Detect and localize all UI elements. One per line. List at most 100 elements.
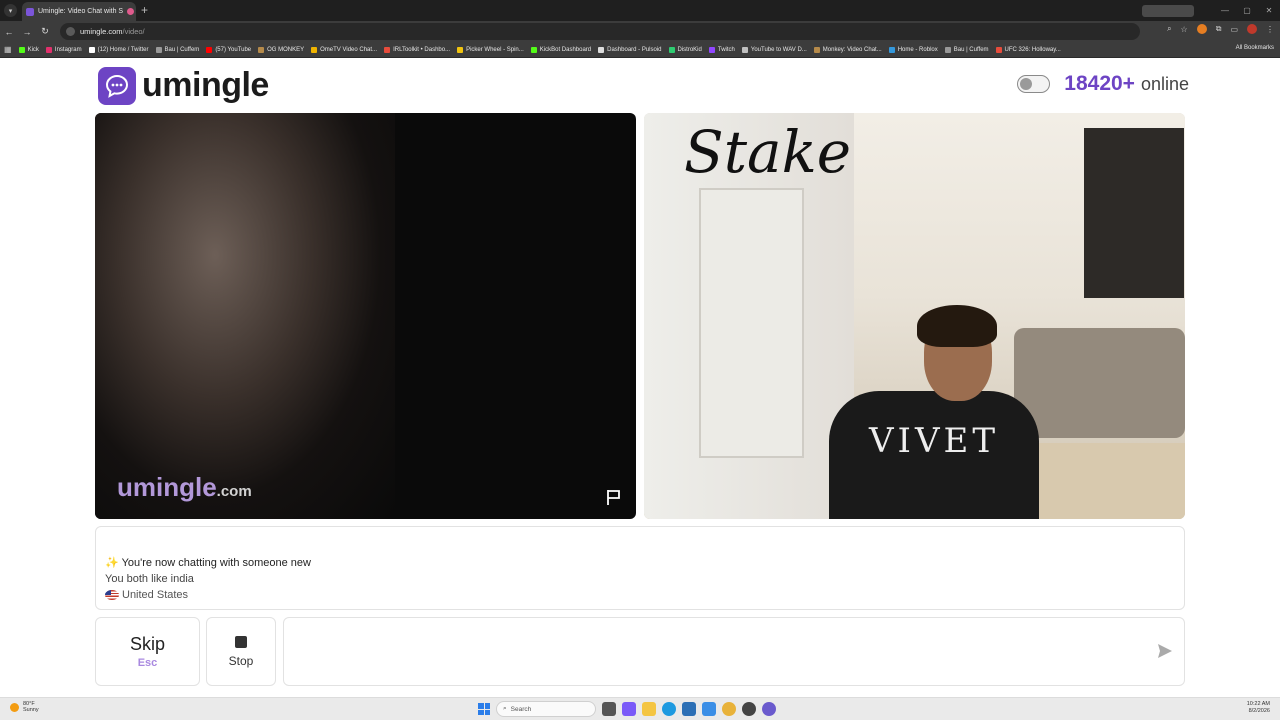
bookmark-item[interactable]: Bau | Cuffem (155, 46, 199, 53)
taskbar-apps: ⌕ Search (478, 701, 776, 717)
clock-time: 10:22 AM (1246, 701, 1270, 707)
browser-toolbar: ← → ↻ umingle.com/video/ ⌕ ☆ ⧉ ▭ ⋮ (0, 21, 1280, 42)
stranger-video (95, 113, 636, 519)
browser-tabstrip: ▾ Umingle: Video Chat with S ✕ + — ▢ ✕ (0, 0, 1280, 21)
streamer-shirt: VIVET (829, 391, 1039, 519)
clock-date: 8/2/2026 (1248, 708, 1270, 714)
recording-indicator-icon (127, 8, 135, 15)
bookmark-item[interactable]: IRLToolkit • Dashbo... (384, 46, 450, 53)
chrome-icon[interactable] (722, 702, 736, 716)
skip-label: Skip (129, 634, 165, 654)
windows-start-icon[interactable] (478, 703, 490, 715)
minimize-icon[interactable]: — (1214, 6, 1236, 15)
maximize-icon[interactable]: ▢ (1236, 6, 1258, 15)
theme-toggle[interactable] (1017, 75, 1051, 93)
menu-kebab-icon[interactable]: ⋮ (1266, 25, 1274, 34)
bookmark-item[interactable]: (12) Home / Twitter (88, 46, 149, 53)
bookmark-item[interactable]: YouTube to WAV D... (741, 46, 807, 53)
taskbar-search[interactable]: ⌕ Search (496, 701, 596, 717)
message-input[interactable] (294, 640, 1134, 664)
bookmark-item[interactable]: OG MONKEY (258, 46, 304, 53)
bookmark-item[interactable]: Monkey: Video Chat... (813, 46, 882, 53)
zoom-icon[interactable]: ⌕ (1167, 24, 1171, 34)
window-controls: — ▢ ✕ (1142, 0, 1280, 21)
bookmark-star-icon[interactable]: ☆ (1181, 25, 1188, 34)
online-count: 18420+ (1064, 72, 1135, 95)
report-flag-icon[interactable] (605, 488, 623, 511)
message-composer (283, 617, 1185, 686)
tab-title: Umingle: Video Chat with S (38, 8, 124, 15)
bookmark-item[interactable]: KickBot Dashboard (530, 46, 591, 53)
skip-button[interactable]: Skip Esc (95, 617, 200, 686)
bookmark-item[interactable]: Kick (18, 46, 39, 53)
url-path: /video/ (122, 27, 145, 36)
url-host: umingle.com (80, 27, 123, 36)
weather-widget[interactable]: 80°F Sunny (10, 701, 39, 713)
bookmark-item[interactable]: Home - Roblox (888, 46, 938, 53)
tab-umingle[interactable]: Umingle: Video Chat with S ✕ (22, 2, 136, 21)
extension-icon[interactable] (1196, 24, 1207, 34)
brand-name: umingle (142, 66, 269, 104)
wall-sign: Stake (684, 118, 852, 186)
forward-icon[interactable]: → (18, 27, 36, 37)
obs-icon[interactable] (742, 702, 756, 716)
stranger-country: United States (105, 587, 1184, 603)
bookmark-item[interactable]: Bau | Cuffem (944, 46, 989, 53)
discord-icon[interactable] (762, 702, 776, 716)
profile-avatar-icon[interactable] (1247, 24, 1257, 34)
bookmark-item[interactable]: DistroKid (668, 46, 702, 53)
chat-log: ✨ You're now chatting with someone new Y… (95, 526, 1185, 610)
all-bookmarks-folder[interactable]: All Bookmarks (1236, 45, 1274, 51)
us-flag-icon (105, 590, 119, 600)
copilot-icon[interactable] (622, 702, 636, 716)
cast-icon[interactable]: ▭ (1230, 25, 1238, 34)
address-bar[interactable]: umingle.com/video/ (60, 23, 1140, 40)
apps-grid-icon[interactable]: ▦ (4, 45, 12, 54)
edge-icon[interactable] (662, 702, 676, 716)
umingle-favicon-icon (26, 7, 34, 16)
sun-icon (10, 702, 19, 712)
extensions-puzzle-icon[interactable]: ⧉ (1216, 24, 1222, 34)
streamer-hair (917, 305, 997, 347)
umingle-watermark: umingle.com (117, 472, 252, 502)
site-info-icon[interactable] (66, 27, 75, 36)
system-message: ✨ You're now chatting with someone new (105, 557, 311, 569)
file-explorer-icon[interactable] (642, 702, 656, 716)
stop-button[interactable]: Stop (206, 617, 276, 686)
windows-taskbar: 80°F Sunny ⌕ Search 10:22 AM 8/2/2026 (0, 697, 1280, 720)
stop-label: Stop (228, 653, 254, 668)
room-cabinet (1084, 128, 1184, 298)
bookmark-item[interactable]: Instagram (45, 46, 82, 53)
bookmark-item[interactable]: UFC 326: Holloway... (995, 46, 1061, 53)
task-view-icon[interactable] (602, 702, 616, 716)
toolbar-actions: ⌕ ☆ ⧉ ▭ ⋮ (1167, 24, 1274, 34)
system-clock[interactable]: 10:22 AM 8/2/2026 (1247, 701, 1270, 715)
room-sofa (1014, 328, 1185, 438)
umingle-logo[interactable]: umingle (98, 66, 269, 105)
send-icon[interactable] (1156, 642, 1174, 665)
app-icon[interactable] (702, 702, 716, 716)
weather-desc: Sunny (23, 707, 39, 713)
room-door (699, 188, 804, 458)
chat-bubble-logo-icon (98, 66, 136, 105)
self-video: Stake VIVET (644, 113, 1185, 519)
shared-interest-text: You both like india (105, 573, 194, 585)
bookmark-item[interactable]: (57) YouTube (206, 46, 251, 53)
online-status: 18420+ online (1017, 72, 1189, 96)
reload-icon[interactable]: ↻ (36, 26, 54, 37)
bookmark-item[interactable]: Dashboard - Pulsoid (598, 46, 662, 53)
new-tab-icon[interactable]: + (141, 3, 148, 17)
tab-search-icon[interactable]: ▾ (4, 4, 17, 17)
store-icon[interactable] (682, 702, 696, 716)
close-window-icon[interactable]: ✕ (1258, 6, 1280, 15)
stranger-face (95, 113, 395, 519)
profile-pill[interactable] (1142, 4, 1194, 17)
bookmark-item[interactable]: Twitch (708, 46, 735, 53)
bookmark-item[interactable]: Picker Wheel - Spin... (457, 46, 524, 53)
streamer: VIVET (829, 305, 1039, 519)
skip-shortcut-hint: Esc (137, 657, 158, 669)
bookmark-item[interactable]: OmeTV Video Chat... (311, 46, 377, 53)
search-icon: ⌕ (503, 705, 507, 712)
back-icon[interactable]: ← (0, 27, 18, 37)
bookmarks-bar: ▦ Kick Instagram (12) Home / Twitter Bau… (0, 42, 1280, 58)
